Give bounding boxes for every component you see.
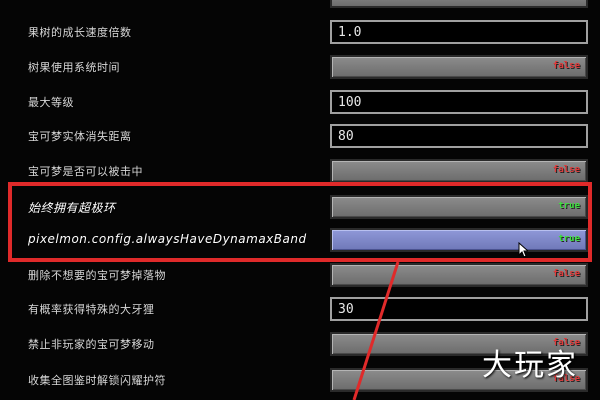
toggle-value: false [552, 61, 580, 71]
setting-row-berry-growth: 果树的成长速度倍数 1.0 [0, 18, 600, 46]
berry-system-time-toggle[interactable]: false [330, 55, 588, 79]
setting-row-pokemon-hittable: 宝可梦是否可以被击中 false [0, 157, 600, 185]
setting-label: 宝可梦是否可以被击中 [28, 165, 143, 178]
setting-label: 果树的成长速度倍数 [28, 26, 132, 39]
mouse-cursor-icon [518, 242, 528, 258]
setting-label: pixelmon.config.alwaysHaveDynamaxBand [28, 232, 307, 246]
always-mega-ring-toggle[interactable]: true [330, 195, 588, 219]
toggle-value: false [552, 269, 580, 279]
setting-label: 有概率获得特殊的大牙狸 [28, 303, 155, 316]
toggle-value: false [552, 165, 580, 175]
pokemon-hittable-toggle[interactable]: false [330, 159, 588, 183]
despawn-distance-input[interactable]: 80 [330, 124, 588, 148]
setting-row-special-bidoof: 有概率获得特殊的大牙狸 30 [0, 295, 600, 323]
toggle-value: true [558, 234, 580, 244]
input-value: 30 [338, 302, 354, 317]
watermark-logo: 大玩家 [482, 348, 578, 383]
setting-label: 最大等级 [28, 96, 74, 109]
scrolled-off-toggle-button[interactable] [330, 0, 588, 8]
setting-row-despawn-distance: 宝可梦实体消失距离 80 [0, 122, 600, 150]
always-dynamax-band-toggle[interactable]: true [330, 228, 588, 252]
setting-row-berry-system-time: 树果使用系统时间 false [0, 53, 600, 81]
setting-label: 树果使用系统时间 [28, 61, 120, 74]
input-value: 1.0 [338, 25, 362, 40]
setting-row-max-level: 最大等级 100 [0, 88, 600, 116]
toggle-value: true [558, 201, 580, 211]
special-bidoof-chance-input[interactable]: 30 [330, 297, 588, 321]
setting-row-always-dynamax-band: pixelmon.config.alwaysHaveDynamaxBand tr… [0, 226, 600, 254]
setting-label: 始终拥有超极环 [28, 201, 116, 215]
berry-growth-multiplier-input[interactable]: 1.0 [330, 20, 588, 44]
input-value: 100 [338, 95, 362, 110]
setting-label: 宝可梦实体消失距离 [28, 130, 132, 143]
setting-label: 删除不想要的宝可梦掉落物 [28, 269, 166, 282]
max-level-input[interactable]: 100 [330, 90, 588, 114]
remove-drops-toggle[interactable]: false [330, 263, 588, 287]
setting-label: 收集全图鉴时解锁闪耀护符 [28, 374, 166, 387]
config-screen: 果树的成长速度倍数 1.0 树果使用系统时间 false 最大等级 100 宝可… [0, 0, 600, 400]
input-value: 80 [338, 129, 354, 144]
setting-row-always-mega-ring: 始终拥有超极环 true [0, 193, 600, 221]
setting-row-remove-drops: 删除不想要的宝可梦掉落物 false [0, 261, 600, 289]
setting-label: 禁止非玩家的宝可梦移动 [28, 338, 155, 351]
